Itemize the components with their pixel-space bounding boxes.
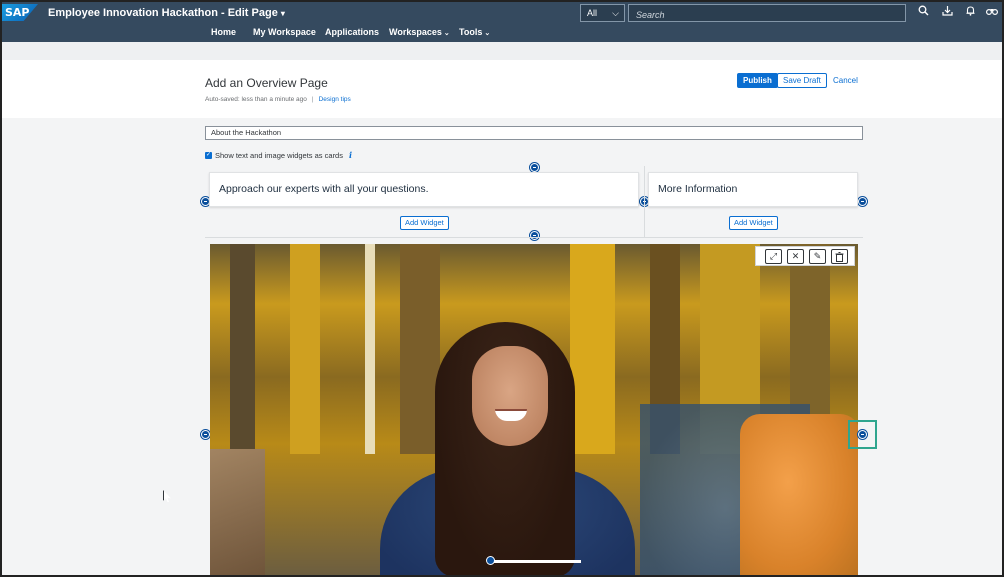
add-column-right-handle[interactable] [858,430,867,439]
nav-item-label: Applications [325,27,380,37]
app-title-menu[interactable]: Employee Innovation Hackathon - Edit Pag… [48,7,285,19]
app-title: Employee Innovation Hackathon - Edit Pag… [48,7,278,19]
nav-item-tools[interactable]: Tools ⌄ [459,27,490,37]
autosave-status: Auto-saved: less than a minute ago | Desig… [205,96,351,103]
search-scope-select[interactable]: All ⌵ [580,4,625,22]
chevron-down-icon: ⌄ [484,30,491,37]
search-scope-value: All [587,8,598,18]
card-text: More Information [658,183,738,195]
image-height-slider[interactable] [493,560,581,563]
background-stripe [290,244,320,454]
add-row-handle[interactable] [530,231,539,240]
row-divider [205,237,863,238]
background-stripe [230,244,255,454]
add-column-left-handle[interactable] [201,430,210,439]
search-input[interactable] [629,7,905,23]
expand-icon[interactable]: ⤢ [765,249,782,264]
sap-logo[interactable]: SAP [2,4,38,21]
add-widget-button[interactable]: Add Widget [400,216,449,230]
add-row-handle[interactable] [530,163,539,172]
bell-icon[interactable] [963,5,977,19]
person-face [472,346,548,446]
image-widget-toolbar: ⤢ ✕ ✎ [755,246,855,266]
nav-item-label: Home [211,27,237,37]
page-header: Add an Overview Page Auto-saved: less th… [0,60,1004,118]
close-icon[interactable]: ✕ [787,249,804,264]
nav-item-label: Workspaces [389,27,442,37]
search-field[interactable] [628,4,906,23]
design-tips-link[interactable]: Design tips [319,96,351,103]
show-as-cards-label: Show text and image widgets as cards [215,150,343,160]
slider-handle[interactable] [486,556,495,565]
save-draft-button[interactable]: Save Draft [777,73,827,88]
chevron-down-icon: ⌄ [443,30,450,37]
image-widget[interactable] [210,244,858,577]
nav-item-home[interactable]: Home [211,27,236,37]
background-box [210,449,265,577]
autosave-text: Auto-saved: less than a minute ago [205,96,307,103]
chevron-down-icon: ⌵ [612,8,619,18]
add-widget-button[interactable]: Add Widget [729,216,778,230]
separator: | [311,96,314,103]
chevron-down-icon: ▾ [280,9,285,18]
card-text: Approach our experts with all your quest… [219,183,429,195]
mouse-cursor-icon [163,490,171,502]
delete-icon[interactable] [831,249,848,264]
cancel-button[interactable]: Cancel [827,73,864,88]
sub-header-strip [0,42,1004,60]
nav-item-label: My Workspace [253,27,316,37]
text-widget-card[interactable]: Approach our experts with all your quest… [209,172,639,207]
show-as-cards-option[interactable]: ✓ Show text and image widgets as cards i [205,150,352,160]
info-icon[interactable]: i [349,150,352,160]
background-stripe [400,244,440,454]
shell-bar: SAP Employee Innovation Hackathon - Edit… [0,0,1004,42]
top-navigation: Home My Workspace Applications Workspace… [0,27,1004,41]
background-machine [740,414,858,577]
nav-item-label: Tools [459,27,483,37]
nav-item-applications[interactable]: Applications [325,27,379,37]
background-stripe [365,244,375,454]
background-stripe [570,244,615,454]
edit-icon[interactable]: ✎ [809,249,826,264]
add-column-right-handle[interactable] [858,197,867,206]
text-widget-card[interactable]: More Information [648,172,858,207]
section-title-input[interactable]: About the Hackathon [205,126,863,140]
publish-button[interactable]: Publish [737,73,778,88]
download-icon[interactable] [940,5,954,19]
search-icon[interactable] [916,5,930,19]
nav-item-my-workspace[interactable]: My Workspace [253,27,316,37]
page-title: Add an Overview Page [205,76,328,90]
column-divider [644,166,645,238]
checkbox-checked-icon[interactable]: ✓ [205,151,212,159]
binoculars-icon[interactable] [985,5,999,19]
nav-item-workspaces[interactable]: Workspaces ⌄ [389,27,450,37]
